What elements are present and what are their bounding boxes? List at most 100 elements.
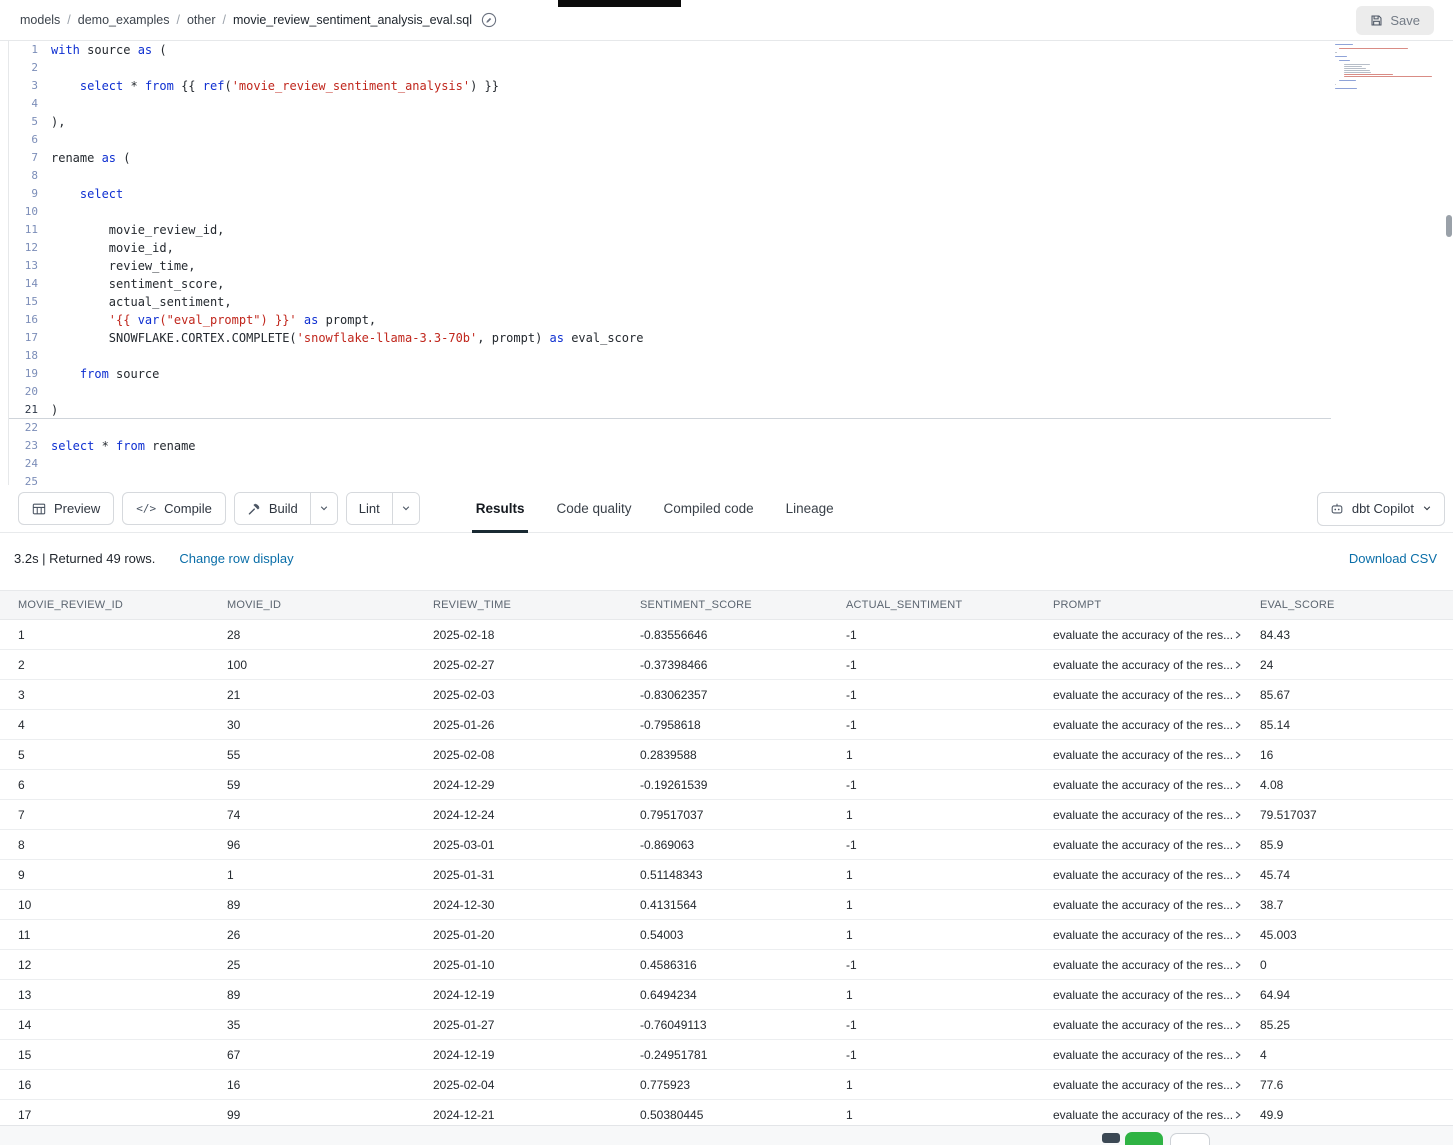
breadcrumb-item[interactable]: models <box>20 13 60 27</box>
code-line[interactable]: 6 <box>9 131 1453 149</box>
code-line[interactable]: 24 <box>9 455 1453 473</box>
table-row[interactable]: 21002025-02-27-0.37398466-1evaluate the … <box>0 650 1453 680</box>
expand-cell-icon[interactable] <box>1233 1080 1242 1090</box>
code-line[interactable]: 22 <box>9 419 1453 437</box>
expand-cell-icon[interactable] <box>1233 870 1242 880</box>
bottom-green-button[interactable] <box>1125 1132 1163 1145</box>
code-line[interactable]: 7rename as ( <box>9 149 1453 167</box>
table-row[interactable]: 16162025-02-040.7759231evaluate the accu… <box>0 1070 1453 1100</box>
expand-cell-icon[interactable] <box>1233 840 1242 850</box>
expand-cell-icon[interactable] <box>1233 660 1242 670</box>
code-line[interactable]: 16 '{{ var("eval_prompt") }}' as prompt, <box>9 311 1453 329</box>
expand-cell-icon[interactable] <box>1233 960 1242 970</box>
expand-cell-icon[interactable] <box>1233 1110 1242 1120</box>
code-line[interactable]: 17 SNOWFLAKE.CORTEX.COMPLETE('snowflake-… <box>9 329 1453 347</box>
expand-cell-icon[interactable] <box>1233 990 1242 1000</box>
table-row[interactable]: 8962025-03-01-0.869063-1evaluate the acc… <box>0 830 1453 860</box>
breadcrumb-item[interactable]: movie_review_sentiment_analysis_eval.sql <box>233 13 472 27</box>
bottom-outline-button[interactable] <box>1170 1133 1210 1145</box>
minimap[interactable] <box>1335 44 1431 94</box>
table-row[interactable]: 10892024-12-300.41315641evaluate the acc… <box>0 890 1453 920</box>
tab-compiled-code[interactable]: Compiled code <box>662 485 756 533</box>
breadcrumb-separator: / <box>177 13 180 27</box>
line-number: 23 <box>9 437 51 455</box>
expand-cell-icon[interactable] <box>1233 690 1242 700</box>
table-cell: 2025-01-26 <box>415 718 622 732</box>
line-number: 16 <box>9 311 51 329</box>
code-line[interactable]: 2 <box>9 59 1453 77</box>
build-button[interactable]: Build <box>235 493 310 524</box>
minimap-line <box>1344 72 1372 73</box>
minimap-line <box>1344 76 1432 77</box>
code-line[interactable]: 15 actual_sentiment, <box>9 293 1453 311</box>
table-row[interactable]: 13892024-12-190.64942341evaluate the acc… <box>0 980 1453 1010</box>
table-row[interactable]: 912025-01-310.511483431evaluate the accu… <box>0 860 1453 890</box>
tab-results[interactable]: Results <box>474 485 527 533</box>
code-line[interactable]: 23select * from rename <box>9 437 1453 455</box>
expand-cell-icon[interactable] <box>1233 780 1242 790</box>
build-dropdown-button[interactable] <box>310 493 337 524</box>
expand-cell-icon[interactable] <box>1233 900 1242 910</box>
table-row[interactable]: 12252025-01-100.4586316-1evaluate the ac… <box>0 950 1453 980</box>
table-row[interactable]: 11262025-01-200.540031evaluate the accur… <box>0 920 1453 950</box>
prompt-cell: evaluate the accuracy of the res... <box>1035 868 1242 882</box>
compile-button[interactable]: </> Compile <box>122 492 226 525</box>
code-line[interactable]: 11 movie_review_id, <box>9 221 1453 239</box>
code-line[interactable]: 10 <box>9 203 1453 221</box>
code-line[interactable]: 13 review_time, <box>9 257 1453 275</box>
edit-icon[interactable] <box>481 12 497 28</box>
line-content: sentiment_score, <box>51 275 224 293</box>
table-row[interactable]: 14352025-01-27-0.76049113-1evaluate the … <box>0 1010 1453 1040</box>
code-line[interactable]: 1with source as ( <box>9 41 1453 59</box>
code-line[interactable]: 12 movie_id, <box>9 239 1453 257</box>
table-row[interactable]: 7742024-12-240.795170371evaluate the acc… <box>0 800 1453 830</box>
breadcrumb-item[interactable]: demo_examples <box>78 13 170 27</box>
download-csv-link[interactable]: Download CSV <box>1349 551 1439 566</box>
expand-cell-icon[interactable] <box>1233 630 1242 640</box>
table-row[interactable]: 6592024-12-29-0.19261539-1evaluate the a… <box>0 770 1453 800</box>
expand-cell-icon[interactable] <box>1233 810 1242 820</box>
code-line[interactable]: 14 sentiment_score, <box>9 275 1453 293</box>
code-line[interactable]: 21) <box>9 401 1453 419</box>
expand-cell-icon[interactable] <box>1233 930 1242 940</box>
table-row[interactable]: 4302025-01-26-0.7958618-1evaluate the ac… <box>0 710 1453 740</box>
lint-dropdown-button[interactable] <box>392 493 419 524</box>
table-row[interactable]: 5552025-02-080.28395881evaluate the accu… <box>0 740 1453 770</box>
expand-cell-icon[interactable] <box>1233 750 1242 760</box>
code-line[interactable]: 8 <box>9 167 1453 185</box>
table-row[interactable]: 1282025-02-18-0.83556646-1evaluate the a… <box>0 620 1453 650</box>
table-cell: 26 <box>209 928 415 942</box>
save-button[interactable]: Save <box>1356 6 1434 35</box>
code-line[interactable]: 4 <box>9 95 1453 113</box>
prompt-cell: evaluate the accuracy of the res... <box>1035 958 1242 972</box>
lint-button[interactable]: Lint <box>347 493 392 524</box>
table-row[interactable]: 15672024-12-19-0.24951781-1evaluate the … <box>0 1040 1453 1070</box>
tab-lineage[interactable]: Lineage <box>784 485 836 533</box>
page-scrollbar[interactable] <box>1445 0 1452 1145</box>
code-editor[interactable]: 1with source as (23 select * from {{ ref… <box>0 41 1453 485</box>
bottom-scrollbar-track[interactable] <box>0 1125 1453 1145</box>
dbt-copilot-button[interactable]: dbt Copilot <box>1317 492 1445 526</box>
code-line[interactable]: 9 select <box>9 185 1453 203</box>
code-line[interactable]: 20 <box>9 383 1453 401</box>
code-line[interactable]: 25 <box>9 473 1453 485</box>
code-line[interactable]: 18 <box>9 347 1453 365</box>
page-scrollbar-thumb[interactable] <box>1446 215 1452 237</box>
code-line[interactable]: 5), <box>9 113 1453 131</box>
expand-cell-icon[interactable] <box>1233 1050 1242 1060</box>
line-number: 2 <box>9 59 51 77</box>
expand-cell-icon[interactable] <box>1233 720 1242 730</box>
tab-code-quality[interactable]: Code quality <box>554 485 633 533</box>
code-line[interactable]: 3 select * from {{ ref('movie_review_sen… <box>9 77 1453 95</box>
preview-button[interactable]: Preview <box>18 492 114 525</box>
change-row-display-link[interactable]: Change row display <box>179 551 293 566</box>
table-grid-icon <box>32 502 46 516</box>
line-content: review_time, <box>51 257 196 275</box>
code-line[interactable]: 19 from source <box>9 365 1453 383</box>
expand-cell-icon[interactable] <box>1233 1020 1242 1030</box>
bottom-dark-button[interactable] <box>1102 1133 1120 1143</box>
table-cell: -0.24951781 <box>622 1048 828 1062</box>
table-cell: 85.14 <box>1242 718 1453 732</box>
table-row[interactable]: 3212025-02-03-0.83062357-1evaluate the a… <box>0 680 1453 710</box>
breadcrumb-item[interactable]: other <box>187 13 216 27</box>
